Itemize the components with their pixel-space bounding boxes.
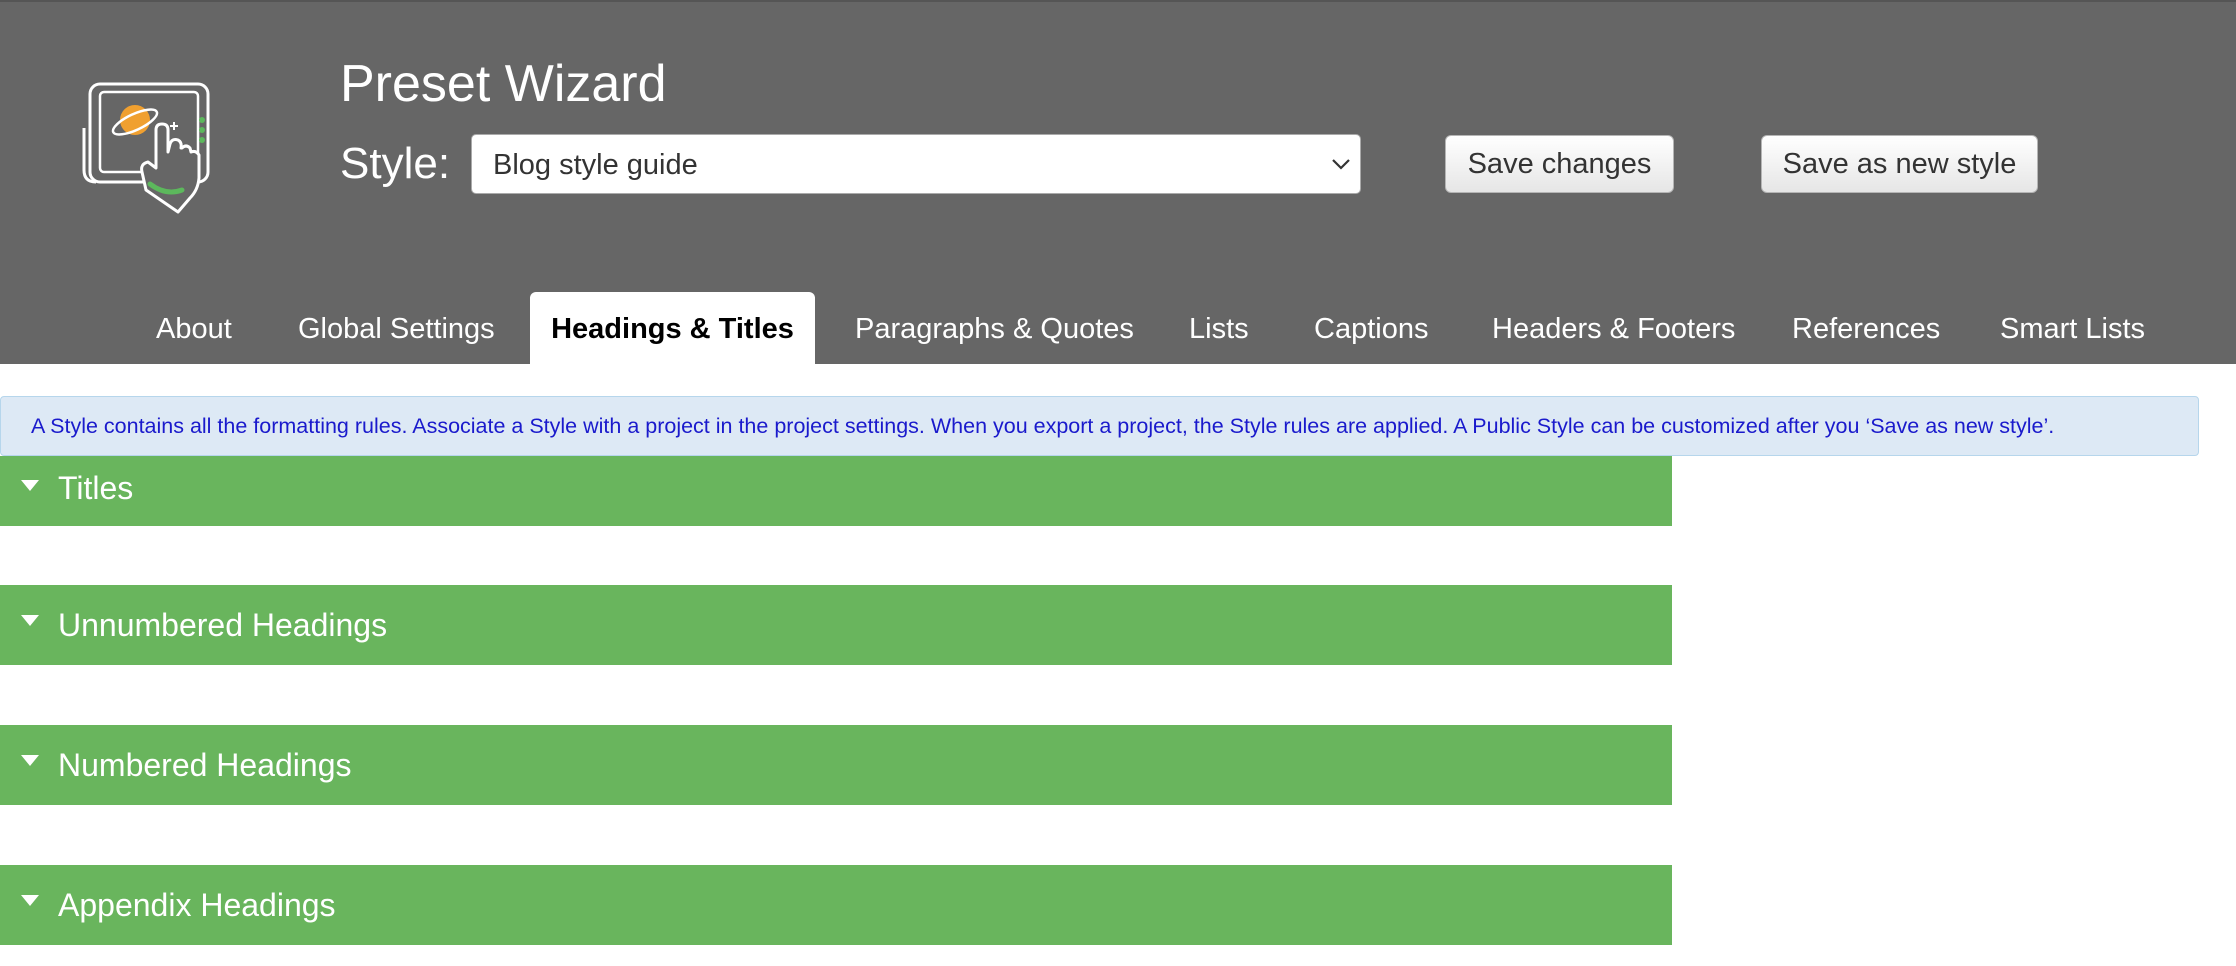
section-titles[interactable]: Titles bbox=[0, 456, 1672, 526]
tab-smart-lists[interactable]: Smart Lists bbox=[2000, 292, 2145, 366]
style-select[interactable]: Blog style guide bbox=[471, 134, 1361, 194]
section-label: Unnumbered Headings bbox=[58, 607, 388, 643]
section-appendix-headings[interactable]: Appendix Headings bbox=[0, 865, 1672, 945]
touch-screen-hand-icon bbox=[82, 82, 210, 214]
tab-headings-titles[interactable]: Headings & Titles bbox=[530, 292, 815, 366]
tab-bar: About Global Settings Headings & Titles … bbox=[0, 292, 2236, 366]
info-banner: A Style contains all the formatting rule… bbox=[0, 396, 2199, 456]
tab-references[interactable]: References bbox=[1792, 292, 1940, 366]
app-header: Preset Wizard Style: Blog style guide Sa… bbox=[0, 0, 2236, 366]
tab-lists[interactable]: Lists bbox=[1189, 292, 1249, 366]
section-label: Titles bbox=[58, 470, 134, 506]
style-label: Style: bbox=[340, 139, 451, 188]
tab-captions[interactable]: Captions bbox=[1314, 292, 1428, 366]
app-title: Preset Wizard bbox=[340, 55, 667, 113]
chevron-down-icon bbox=[1332, 159, 1350, 170]
section-label: Appendix Headings bbox=[58, 887, 336, 923]
tab-headers-footers[interactable]: Headers & Footers bbox=[1492, 292, 1735, 366]
section-label: Numbered Headings bbox=[58, 747, 352, 783]
caret-down-icon bbox=[21, 615, 39, 626]
tab-global-settings[interactable]: Global Settings bbox=[298, 292, 495, 366]
tab-about[interactable]: About bbox=[156, 292, 232, 366]
tab-paragraphs-quotes[interactable]: Paragraphs & Quotes bbox=[855, 292, 1134, 366]
caret-down-icon bbox=[21, 755, 39, 766]
style-select-value: Blog style guide bbox=[493, 149, 698, 181]
save-as-new-style-button[interactable]: Save as new style bbox=[1761, 135, 2038, 193]
caret-down-icon bbox=[21, 895, 39, 906]
section-unnumbered-headings[interactable]: Unnumbered Headings bbox=[0, 585, 1672, 665]
caret-down-icon bbox=[21, 480, 39, 491]
section-numbered-headings[interactable]: Numbered Headings bbox=[0, 725, 1672, 805]
save-changes-button[interactable]: Save changes bbox=[1445, 135, 1674, 193]
